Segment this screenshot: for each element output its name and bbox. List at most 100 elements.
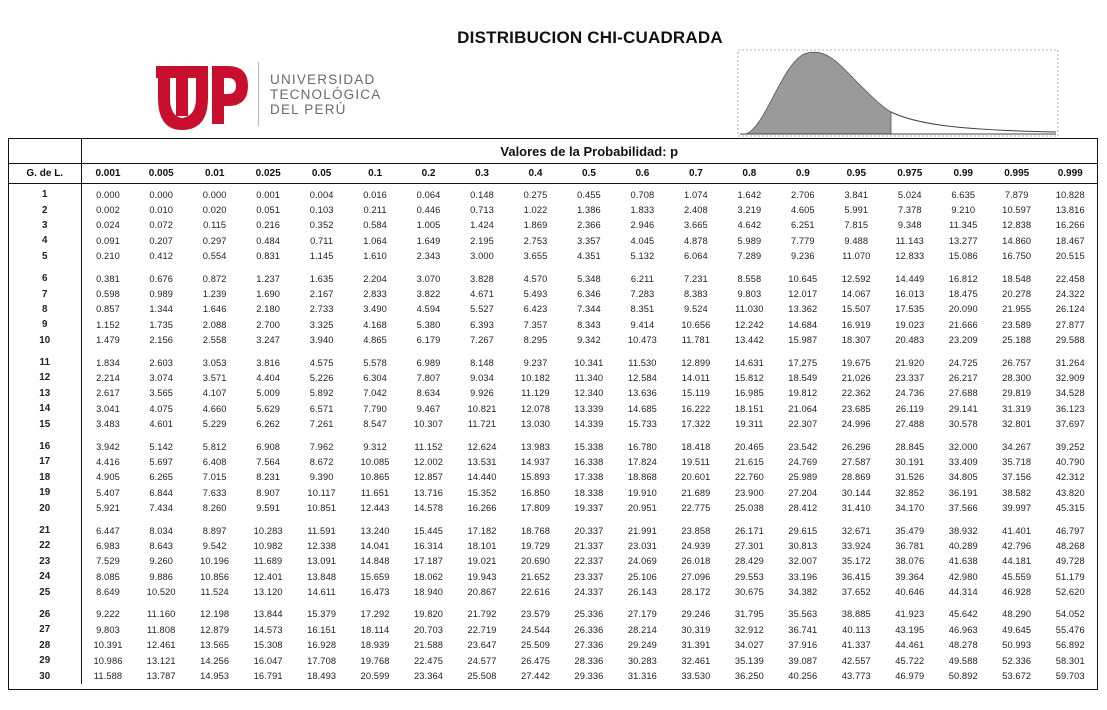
critical-value-cell: 8.085 <box>96 571 120 582</box>
critical-value-cell: 5.989 <box>737 235 762 246</box>
critical-value-cell: 17.292 <box>360 609 390 620</box>
critical-value-cell: 15.733 <box>627 419 657 430</box>
critical-value-cell: 18.418 <box>681 441 711 452</box>
critical-value-cell: 5.812 <box>202 441 227 452</box>
critical-value-cell: 11.340 <box>574 372 604 383</box>
critical-value-cell: 4.671 <box>470 289 494 300</box>
critical-value-cell: 3.219 <box>737 205 762 216</box>
critical-value-cell: 0.010 <box>149 205 174 216</box>
critical-value-cell: 24.322 <box>1055 289 1085 300</box>
degrees-of-freedom-cell: 27 <box>9 622 82 638</box>
degrees-of-freedom-cell: 21 <box>9 515 82 539</box>
critical-value-cell: 28.412 <box>788 503 818 514</box>
table-row: 21 6.447 8.034 8.897 10.283 11.591 13.240 15.44… <box>9 515 1097 539</box>
critical-value-cell: 33.196 <box>788 571 818 582</box>
critical-value-cell: 21.588 <box>414 640 444 651</box>
critical-value-cell: 7.779 <box>790 235 815 246</box>
critical-value-cell: 21.920 <box>895 357 925 368</box>
critical-value-cell: 21.666 <box>948 319 978 330</box>
critical-value-cell: 7.231 <box>684 273 708 284</box>
critical-value-cell: 3.000 <box>470 251 494 262</box>
critical-value-cell: 2.833 <box>363 289 387 300</box>
critical-value-cell: 16.750 <box>1002 251 1032 262</box>
critical-value-cell: 0.598 <box>96 289 120 300</box>
critical-value-cell: 3.357 <box>577 235 601 246</box>
critical-value-cell: 0.554 <box>202 251 227 262</box>
critical-value-cell: 19.021 <box>467 556 497 567</box>
critical-value-cell: 7.267 <box>470 335 494 346</box>
critical-value-cell: 12.401 <box>253 571 283 582</box>
critical-value-cell: 0.297 <box>202 235 227 246</box>
degrees-of-freedom-cell: 3 <box>9 217 82 234</box>
critical-value-cell: 8.558 <box>737 273 762 284</box>
critical-value-cell: 9.926 <box>470 388 494 399</box>
critical-value-cell: 0.024 <box>96 220 120 231</box>
critical-value-cell: 0.708 <box>630 189 655 200</box>
table-row: 12 2.214 3.074 3.571 4.404 5.226 6.304 7.807 9.0… <box>9 370 1097 386</box>
critical-value-cell: 21.652 <box>520 571 550 582</box>
probability-column-header: 0.005 <box>134 163 188 184</box>
critical-value-cell: 55.476 <box>1055 624 1085 635</box>
critical-value-cell: 7.807 <box>416 372 441 383</box>
probability-header: Valores de la Probabilidad: p <box>81 139 1097 164</box>
critical-value-cell: 18.768 <box>520 525 550 536</box>
table-row: 23 7.529 9.260 10.196 11.689 13.091 14.848 17.1… <box>9 553 1097 569</box>
critical-value-cell: 17.809 <box>520 503 550 514</box>
critical-value-cell: 35.479 <box>895 525 925 536</box>
critical-value-cell: 36.250 <box>734 671 764 682</box>
critical-value-cell: 5.009 <box>256 388 281 399</box>
critical-value-cell: 56.892 <box>1055 640 1085 651</box>
probability-column-header: 0.95 <box>829 163 884 184</box>
table-row: 29 10.986 13.121 14.256 16.047 17.708 19.768 22… <box>9 652 1097 669</box>
critical-value-cell: 15.086 <box>948 251 978 262</box>
critical-value-cell: 17.322 <box>681 419 711 430</box>
critical-value-cell: 5.527 <box>470 304 494 315</box>
critical-value-cell: 13.240 <box>360 525 390 536</box>
critical-value-cell: 1.479 <box>96 335 120 346</box>
critical-value-cell: 3.483 <box>96 419 120 430</box>
critical-value-cell: 12.624 <box>467 441 497 452</box>
critical-value-cell: 2.946 <box>630 220 655 231</box>
critical-value-cell: 18.493 <box>307 671 337 682</box>
critical-value-cell: 18.939 <box>360 640 390 651</box>
critical-value-cell: 1.152 <box>96 319 120 330</box>
critical-value-cell: 10.645 <box>788 273 818 284</box>
probability-column-header: 0.025 <box>241 163 295 184</box>
critical-value-cell: 14.067 <box>841 289 871 300</box>
critical-value-cell: 9.260 <box>149 556 174 567</box>
degrees-of-freedom-cell: 20 <box>9 500 82 516</box>
critical-value-cell: 42.796 <box>1002 540 1032 551</box>
critical-value-cell: 24.939 <box>681 540 711 551</box>
critical-value-cell: 17.338 <box>574 472 604 483</box>
table-row: 13 2.617 3.565 4.107 5.009 5.892 7.042 8.634 9.9… <box>9 385 1097 402</box>
table-row: 8 0.857 1.344 1.646 2.180 2.733 3.490 4.594 5.52… <box>9 301 1097 318</box>
critical-value-cell: 9.803 <box>96 624 120 635</box>
critical-value-cell: 4.045 <box>630 235 655 246</box>
critical-value-cell: 13.983 <box>520 441 550 452</box>
critical-value-cell: 5.892 <box>309 388 334 399</box>
critical-value-cell: 49.728 <box>1055 556 1085 567</box>
critical-value-cell: 15.308 <box>253 640 283 651</box>
table-row: 24 8.085 9.886 10.856 12.401 13.848 15.659 18.0… <box>9 568 1097 585</box>
critical-value-cell: 4.878 <box>684 235 708 246</box>
critical-value-cell: 18.548 <box>1002 273 1032 284</box>
critical-value-cell: 2.214 <box>96 372 120 383</box>
critical-value-cell: 7.790 <box>363 403 387 414</box>
critical-value-cell: 12.592 <box>841 273 871 284</box>
critical-value-cell: 4.570 <box>523 273 548 284</box>
critical-value-cell: 54.052 <box>1055 609 1085 620</box>
critical-value-cell: 17.535 <box>895 304 925 315</box>
critical-value-cell: 14.440 <box>467 472 497 483</box>
critical-value-cell: 10.117 <box>307 487 336 498</box>
critical-value-cell: 40.113 <box>842 624 871 635</box>
utp-logo-mark <box>156 66 248 130</box>
critical-value-cell: 2.156 <box>149 335 174 346</box>
critical-value-cell: 10.856 <box>200 571 230 582</box>
critical-value-cell: 44.314 <box>948 587 978 598</box>
critical-value-cell: 31.391 <box>681 640 711 651</box>
critical-value-cell: 8.907 <box>256 487 281 498</box>
critical-value-cell: 23.685 <box>841 403 871 414</box>
critical-value-cell: 6.064 <box>684 251 708 262</box>
critical-value-cell: 1.735 <box>149 319 174 330</box>
critical-value-cell: 29.553 <box>734 571 764 582</box>
